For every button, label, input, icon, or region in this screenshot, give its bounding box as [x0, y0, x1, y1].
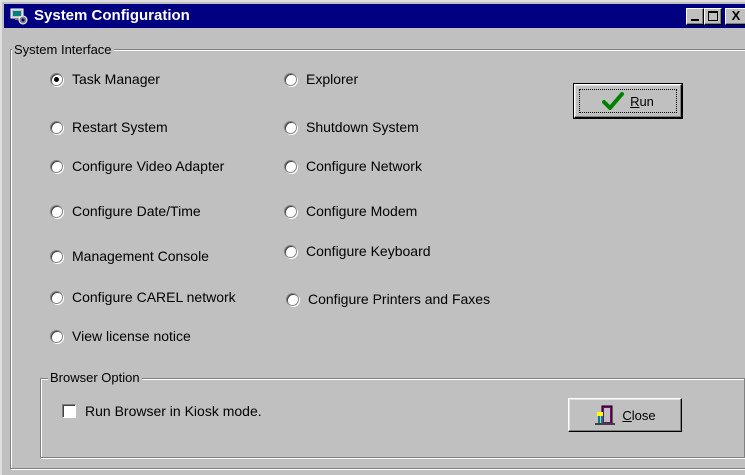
radio-shutdown-system[interactable]: Shutdown System	[284, 118, 419, 136]
radio-configure-date-time[interactable]: Configure Date/Time	[50, 202, 201, 220]
radio-button[interactable]	[50, 72, 63, 86]
radio-management-console[interactable]: Management Console	[50, 247, 209, 265]
minimize-icon	[691, 19, 699, 21]
radio-button[interactable]	[50, 329, 63, 343]
radio-configure-modem[interactable]: Configure Modem	[284, 202, 417, 220]
radio-configure-video-adapter[interactable]: Configure Video Adapter	[50, 157, 224, 175]
focus-rect	[579, 89, 677, 113]
radio-button[interactable]	[284, 72, 297, 86]
radio-button[interactable]	[284, 120, 297, 134]
radio-button[interactable]	[50, 204, 63, 218]
radio-configure-printers-and-faxes[interactable]: Configure Printers and Faxes	[286, 290, 490, 308]
system-config-icon	[10, 8, 28, 25]
radio-restart-system[interactable]: Restart System	[50, 118, 168, 136]
radio-task-manager[interactable]: Task Manager	[50, 70, 160, 88]
radio-button[interactable]	[284, 244, 297, 258]
close-icon: X	[731, 8, 741, 23]
system-interface-label: System Interface	[12, 42, 114, 57]
radio-button[interactable]	[50, 249, 63, 263]
radio-button[interactable]	[284, 159, 297, 173]
kiosk-mode-checkbox-row[interactable]: Run Browser in Kiosk mode.	[62, 402, 262, 420]
window-title: System Configuration	[34, 7, 190, 24]
radio-configure-keyboard[interactable]: Configure Keyboard	[284, 242, 431, 260]
minimize-button[interactable]	[686, 8, 704, 25]
radio-button[interactable]	[284, 204, 297, 218]
title-bar[interactable]: System Configuration X	[4, 4, 745, 28]
close-button-label: Close	[622, 407, 656, 423]
radio-button[interactable]	[286, 292, 299, 306]
maximize-button[interactable]	[704, 8, 722, 25]
maximize-icon	[708, 11, 718, 21]
kiosk-mode-checkbox[interactable]	[62, 404, 76, 418]
system-configuration-window: System Configuration X System Interface …	[0, 0, 745, 475]
close-window-button[interactable]: X	[725, 8, 745, 25]
run-button[interactable]: Run	[573, 83, 683, 119]
radio-configure-carel-network[interactable]: Configure CAREL network	[50, 288, 236, 306]
radio-configure-network[interactable]: Configure Network	[284, 157, 422, 175]
radio-button[interactable]	[50, 120, 63, 134]
radio-button[interactable]	[50, 159, 63, 173]
radio-explorer[interactable]: Explorer	[284, 70, 358, 88]
door-exit-icon	[595, 405, 616, 425]
close-button[interactable]: Close	[568, 398, 682, 432]
browser-option-label: Browser Option	[48, 370, 142, 385]
radio-view-license-notice[interactable]: View license notice	[50, 327, 191, 345]
radio-button[interactable]	[50, 290, 63, 304]
